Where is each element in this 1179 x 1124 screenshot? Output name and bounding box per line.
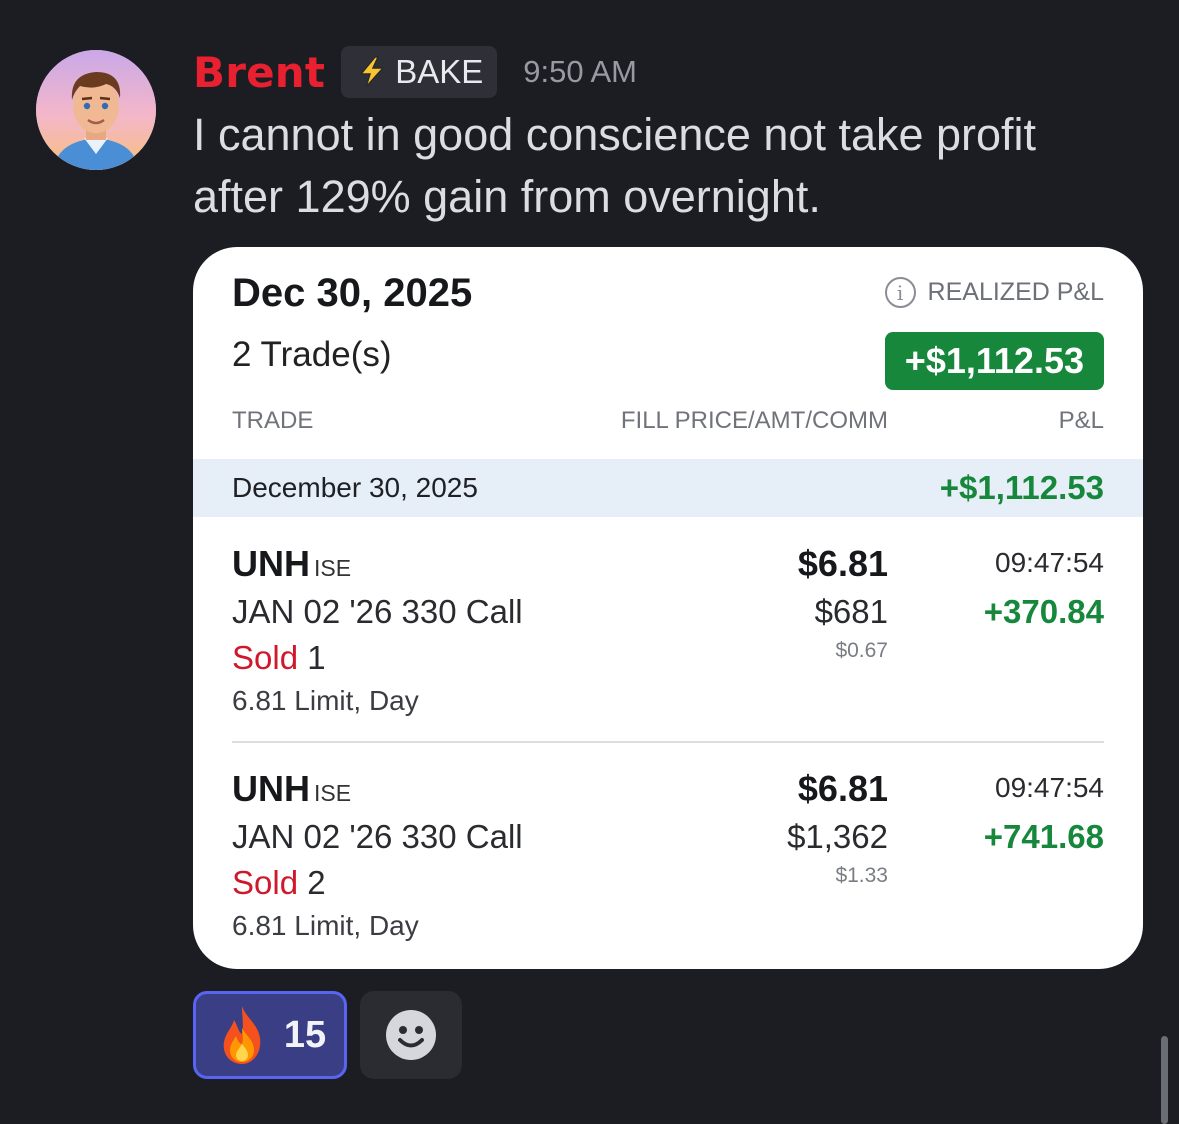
fill-amount: $681 xyxy=(814,593,888,630)
avatar-image xyxy=(36,50,156,170)
reaction-fire[interactable]: 15 xyxy=(193,991,347,1079)
day-group-pl: +$1,112.53 xyxy=(939,469,1104,506)
trade-row[interactable]: UNH ISE JAN 02 '26 330 Call Sold 1 6.81 L… xyxy=(193,517,1143,737)
fill-price: $6.81 xyxy=(797,543,888,584)
info-icon[interactable]: i xyxy=(884,277,916,308)
commission: $0.67 xyxy=(835,639,888,662)
trade-side: Sold 2 xyxy=(232,864,326,902)
message-text: I cannot in good conscience not take pro… xyxy=(193,109,1037,222)
column-header-pl: P&L xyxy=(1058,407,1104,434)
server-tag[interactable]: BAKE xyxy=(341,46,498,98)
trade-order-type: 6.81 Limit, Day xyxy=(232,910,419,941)
card-date: Dec 30, 2025 xyxy=(232,271,473,315)
avatar[interactable] xyxy=(36,50,156,170)
day-group-label: December 30, 2025 xyxy=(232,472,478,503)
scrollbar-thumb[interactable] xyxy=(1161,1036,1168,1124)
add-reaction-button[interactable] xyxy=(360,991,462,1079)
server-tag-label: BAKE xyxy=(395,53,484,90)
trade-time: 09:47:54 xyxy=(995,772,1104,803)
exchange-text: ISE xyxy=(314,780,352,806)
message-header: Brent BAKE 9:50 AM xyxy=(193,44,637,100)
column-header-fill: FILL PRICE/AMT/COMM xyxy=(620,407,888,434)
side-label: Sold xyxy=(232,639,299,676)
fill-price: $6.81 xyxy=(797,768,888,809)
username[interactable]: Brent xyxy=(193,48,325,97)
exchange-text: ISE xyxy=(314,555,352,581)
commission: $1.33 xyxy=(835,864,888,887)
trade-symbol: UNH ISE xyxy=(232,768,351,810)
trade-summary-card[interactable]: Dec 30, 2025 2 Trade(s) i REALIZED P&L +… xyxy=(193,247,1143,969)
fire-icon xyxy=(223,1006,261,1064)
realized-pl-header: i REALIZED P&L xyxy=(884,277,1104,308)
symbol-text: UNH xyxy=(232,543,310,584)
reaction-count: 15 xyxy=(283,1013,327,1056)
lightning-icon xyxy=(359,56,385,88)
realized-pl-total-badge: +$1,112.53 xyxy=(884,332,1104,390)
trades-count: 2 Trade(s) xyxy=(232,335,392,374)
trade-qty: 2 xyxy=(307,864,326,901)
trade-time: 09:47:54 xyxy=(995,547,1104,578)
message-timestamp: 9:50 AM xyxy=(523,54,637,89)
fill-amount: $1,362 xyxy=(787,818,888,855)
trade-contract: JAN 02 '26 330 Call xyxy=(232,593,523,630)
trade-qty: 1 xyxy=(307,639,326,676)
trade-row[interactable]: UNH ISE JAN 02 '26 330 Call Sold 2 6.81 L… xyxy=(193,742,1143,962)
column-header-trade: TRADE xyxy=(232,407,314,434)
trade-symbol: UNH ISE xyxy=(232,543,351,585)
trade-order-type: 6.81 Limit, Day xyxy=(232,685,419,716)
trade-contract: JAN 02 '26 330 Call xyxy=(232,818,523,855)
symbol-text: UNH xyxy=(232,768,310,809)
chat-message: Brent BAKE 9:50 AM I cannot in good cons… xyxy=(0,0,1179,1124)
side-label: Sold xyxy=(232,864,299,901)
realized-pl-label: REALIZED P&L xyxy=(927,278,1104,306)
trade-pl: +741.68 xyxy=(983,818,1104,855)
trade-pl: +370.84 xyxy=(983,593,1104,630)
smile-icon xyxy=(386,1010,436,1060)
trade-side: Sold 1 xyxy=(232,639,326,677)
